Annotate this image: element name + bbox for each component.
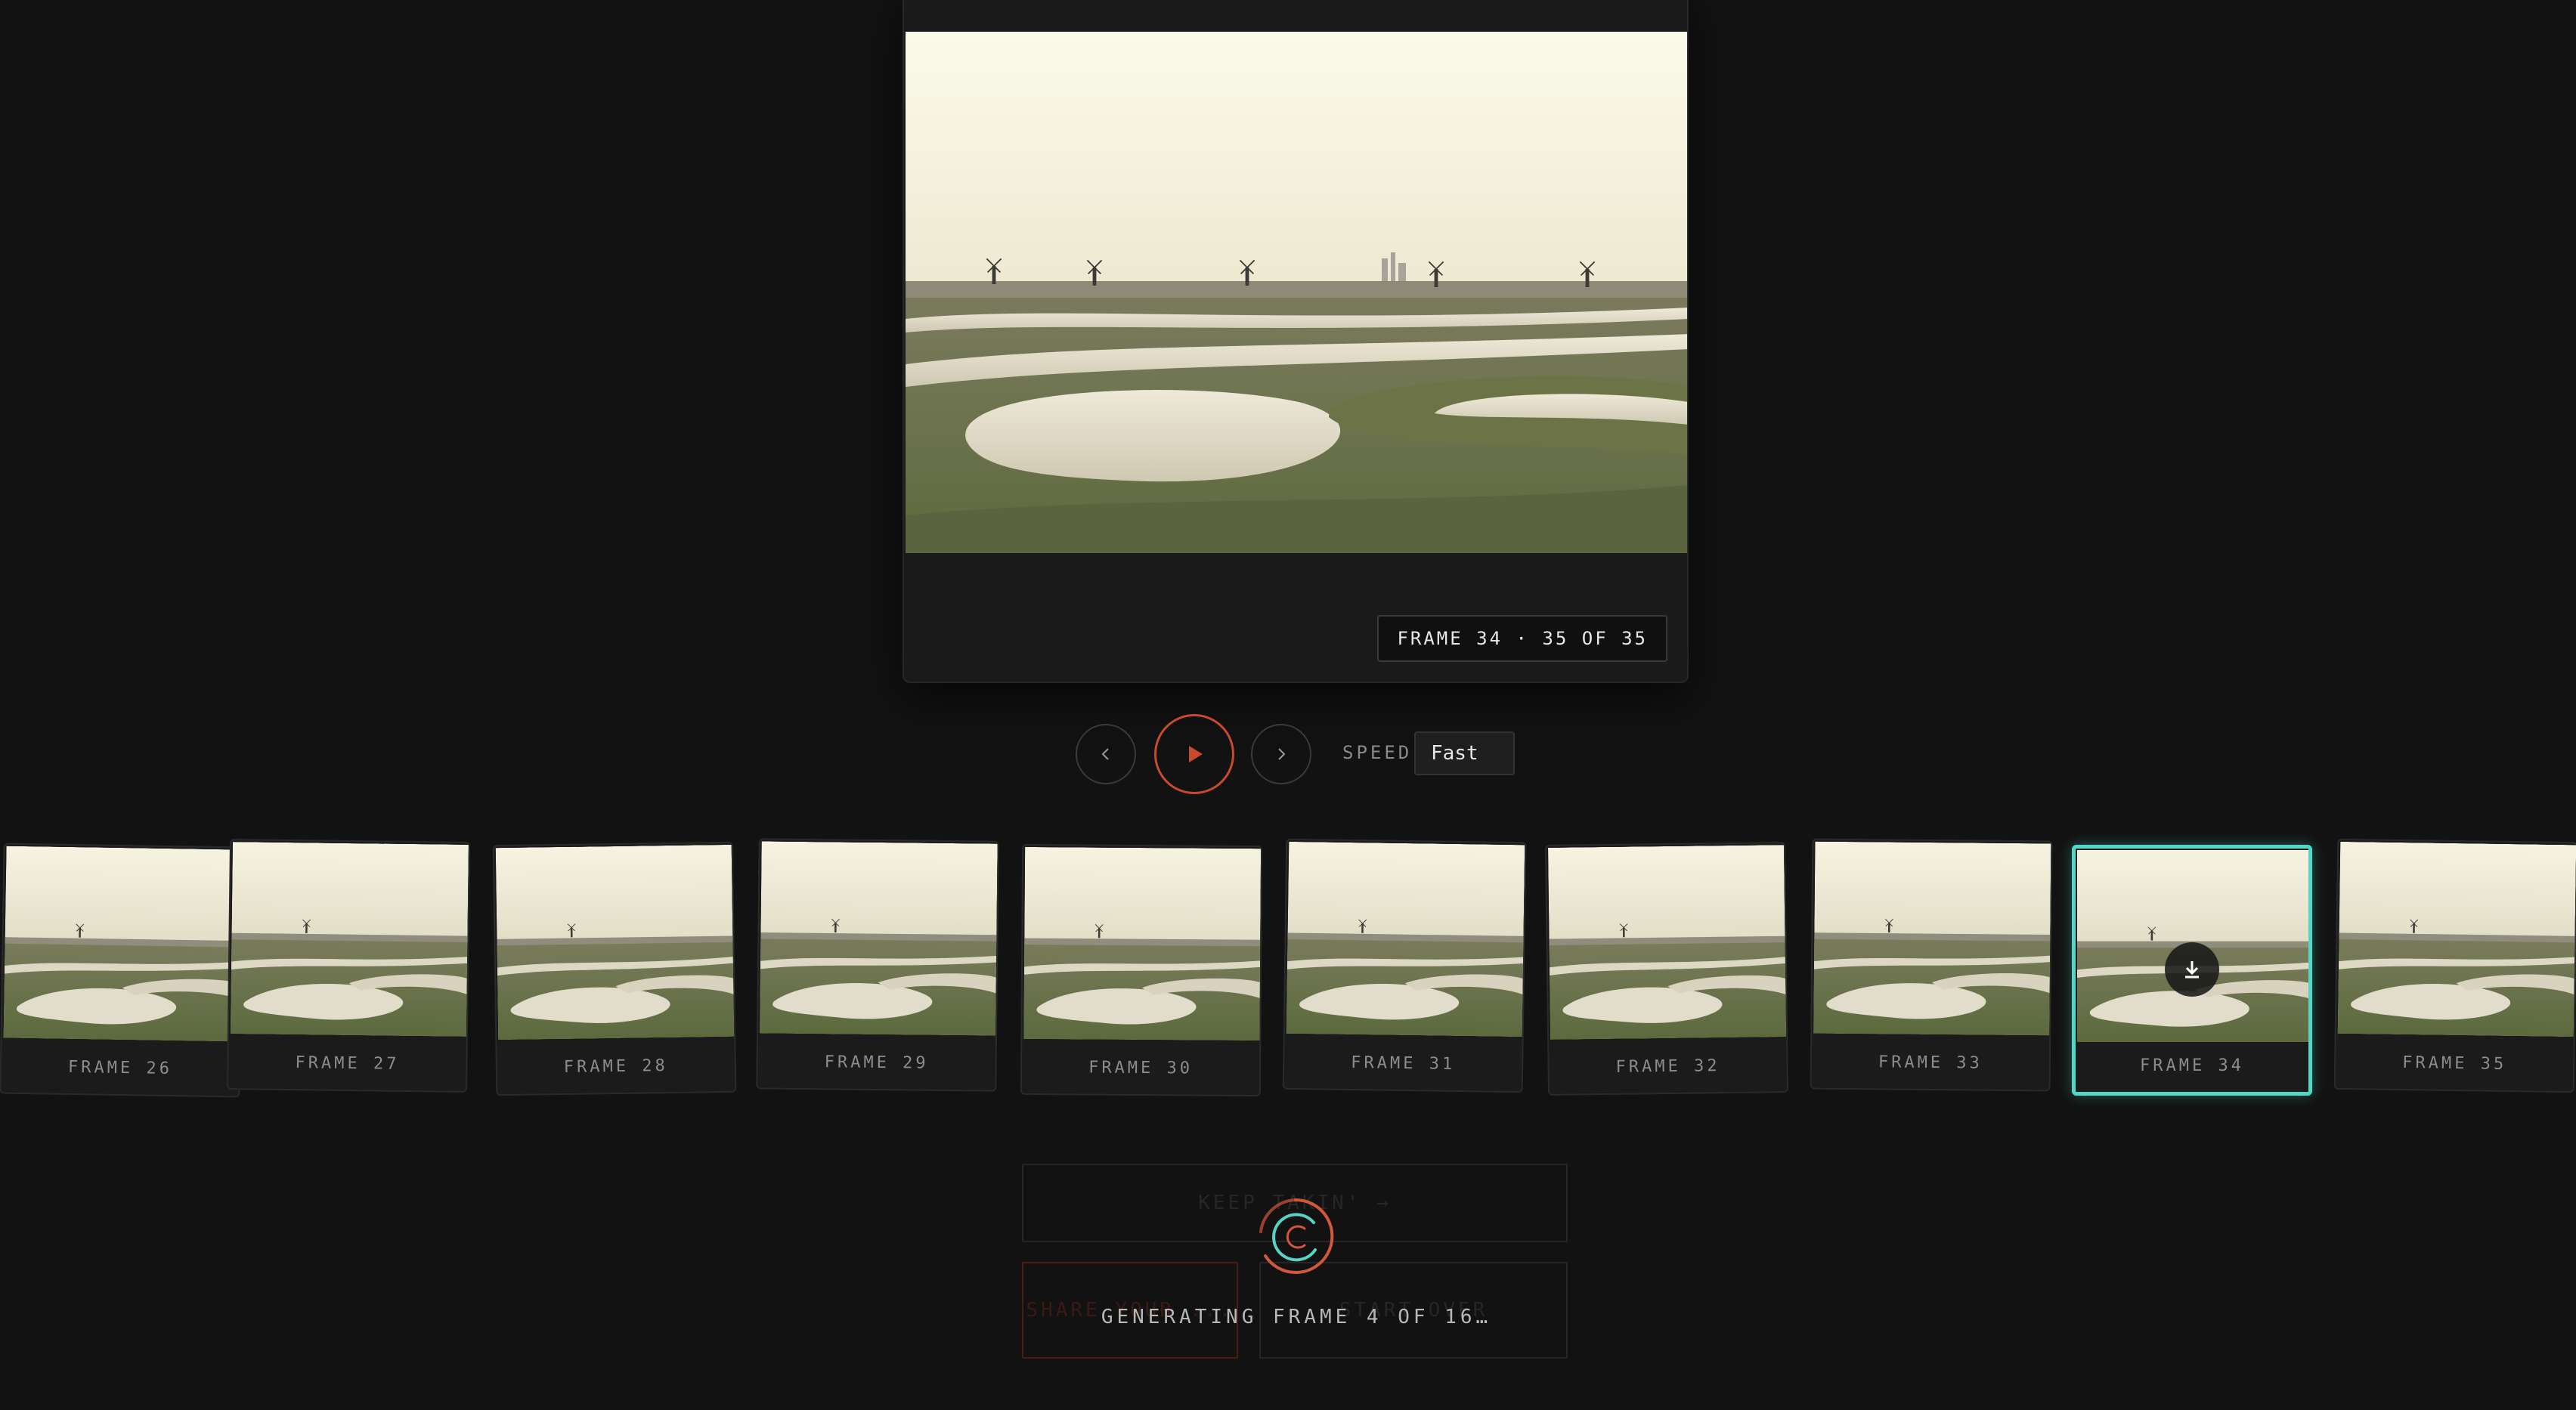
frame-label: FRAME 32 [1615,1056,1720,1077]
speed-select[interactable]: Fast [1414,731,1515,775]
frame-label: FRAME 26 [67,1057,173,1078]
frame-label: FRAME 29 [824,1052,929,1073]
filmstrip-frame[interactable]: FRAME 35 [2333,838,2576,1093]
filmstrip-frame[interactable]: FRAME 29 [756,838,999,1092]
download-icon[interactable] [2165,942,2219,997]
filmstrip-frame[interactable]: FRAME 33 [1810,838,2053,1092]
frame-label: FRAME 30 [1088,1058,1194,1078]
chevron-left-icon [1101,748,1109,760]
frame-thumbnail [2338,842,2576,1037]
frame-thumbnail [1813,842,2051,1036]
frame-counter-badge: FRAME 34 · 35 OF 35 [1377,615,1667,662]
play-button[interactable] [1154,714,1234,794]
speed-label: SPEED [1342,742,1413,763]
filmstrip-frame[interactable]: FRAME 32 [1544,842,1789,1096]
frame-thumbnail [1548,845,1786,1040]
generating-status: GENERATING FRAME 4 OF 16… [1101,1306,1492,1328]
frame-label: FRAME 27 [295,1053,400,1074]
filmstrip-frame[interactable]: FRAME 28 [492,841,737,1096]
current-frame-image [906,32,1687,553]
frame-label: FRAME 34 [2140,1056,2244,1075]
frame-label: FRAME 35 [2402,1053,2507,1074]
frame-label: FRAME 31 [1351,1053,1456,1074]
filmstrip-frame[interactable]: FRAME 30 [1020,843,1263,1097]
filmstrip-frame[interactable]: FRAME 26 [0,843,244,1098]
frame-thumbnail [760,841,998,1035]
filmstrip-frame[interactable]: FRAME 34 [2072,845,2312,1096]
frame-thumbnail [1286,842,1525,1037]
chevron-right-icon [1278,748,1286,760]
loading-spinner-icon [1259,1198,1334,1274]
next-frame-button[interactable] [1251,724,1311,784]
previous-frame-button[interactable] [1076,724,1136,784]
frame-thumbnail [231,842,469,1037]
frame-label: FRAME 28 [563,1056,668,1077]
frame-label: FRAME 33 [1878,1052,1983,1073]
frame-thumbnail [1023,847,1261,1040]
frame-viewer: FRAME 34 · 35 OF 35 [903,0,1689,683]
play-icon [1189,746,1203,762]
app-screen: FRAME 34 · 35 OF 35 SPEED Fast FRAME 26 F… [0,0,2576,1410]
filmstrip-frame[interactable]: FRAME 31 [1282,838,1527,1093]
frame-thumbnail [496,845,735,1040]
frame-thumbnail [4,846,243,1042]
filmstrip-frame[interactable]: FRAME 27 [226,839,471,1093]
